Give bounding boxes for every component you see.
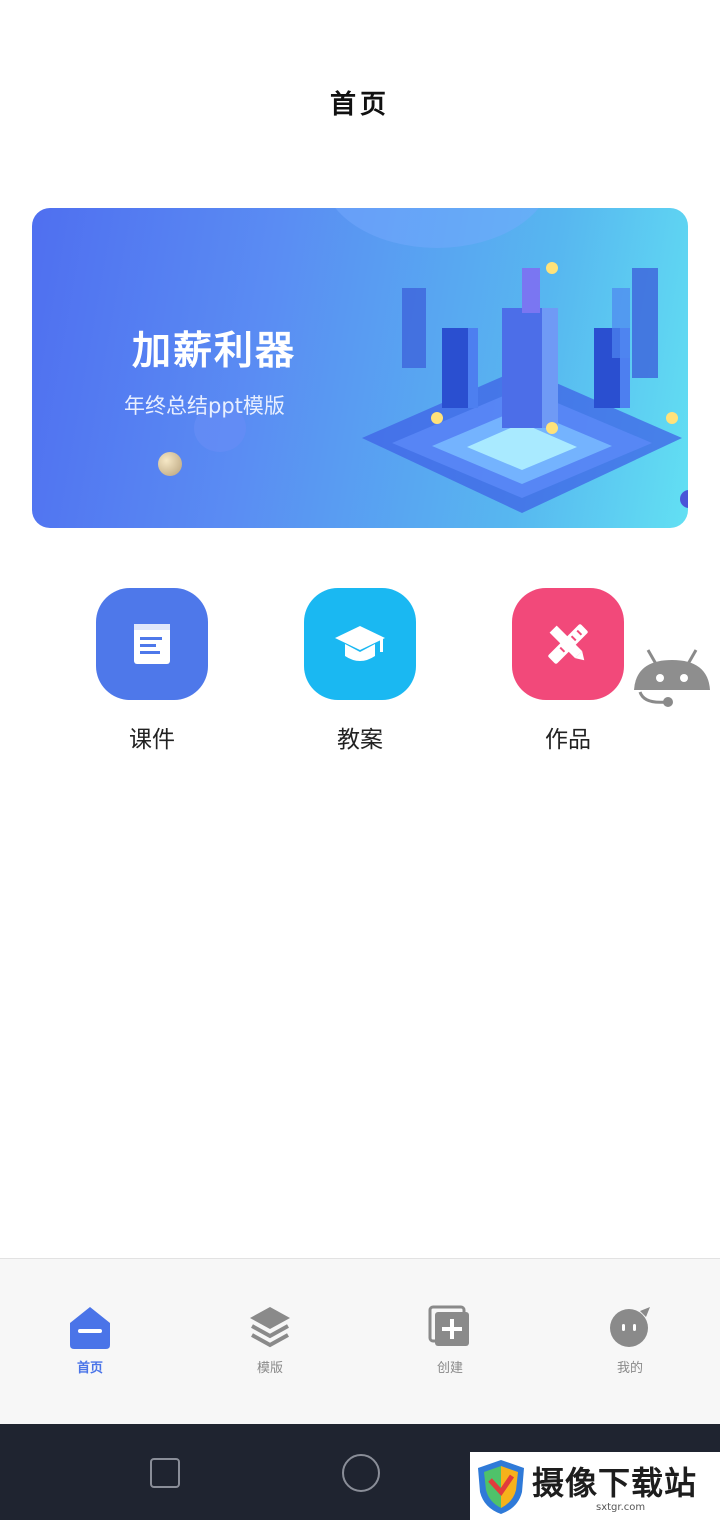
layers-icon <box>250 1307 290 1348</box>
document-icon[interactable] <box>96 588 208 700</box>
promo-banner[interactable]: 加薪利器 年终总结ppt模版 <box>32 208 688 528</box>
tab-profile[interactable]: 我的 <box>590 1305 670 1376</box>
tab-home[interactable]: 首页 <box>50 1305 130 1376</box>
profile-face-icon <box>610 1307 650 1347</box>
watermark: 摄像下载站 sxtgr.com <box>470 1452 720 1520</box>
shortcut-label: 课件 <box>129 727 175 753</box>
banner-headline: 加薪利器 <box>132 330 297 373</box>
tab-templates[interactable]: 模版 <box>230 1305 310 1376</box>
tab-label: 模版 <box>256 1361 283 1376</box>
page-title: 首页 <box>329 90 390 120</box>
home-button[interactable] <box>342 1454 380 1492</box>
shortcut-courseware[interactable]: 课件 <box>96 588 208 754</box>
shortcut-label: 作品 <box>545 727 591 753</box>
home-icon <box>70 1307 110 1349</box>
graduation-cap-icon[interactable] <box>304 588 416 700</box>
watermark-text: 摄像下载站 <box>532 1464 698 1502</box>
shortcut-label: 教案 <box>337 727 383 753</box>
bottom-tab-bar: 首页 模版 创建 我的 <box>0 1258 720 1425</box>
shield-logo-icon <box>478 1460 524 1514</box>
banner-decor-bubble <box>158 452 182 476</box>
tab-create[interactable]: 创建 <box>410 1305 490 1376</box>
robot-assistant-icon[interactable] <box>630 648 714 714</box>
recent-apps-button[interactable] <box>150 1458 180 1488</box>
banner-decor-bubble <box>322 208 552 248</box>
watermark-url: sxtgr.com <box>596 1502 646 1513</box>
shortcut-lesson-plan[interactable]: 教案 <box>304 588 416 754</box>
city-illustration <box>362 262 682 513</box>
tab-label: 我的 <box>616 1361 643 1376</box>
tab-label: 创建 <box>436 1361 463 1376</box>
pencil-ruler-icon[interactable] <box>512 588 624 700</box>
tab-label: 首页 <box>76 1361 103 1376</box>
add-square-icon <box>428 1305 469 1346</box>
banner-subline: 年终总结ppt模版 <box>124 394 285 418</box>
shortcut-works[interactable]: 作品 <box>512 588 624 754</box>
